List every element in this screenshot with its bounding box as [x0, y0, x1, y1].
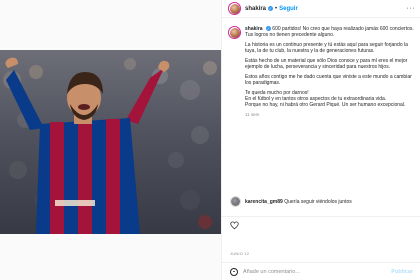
avatar-image: [229, 3, 240, 14]
celebrating-player-image: [3, 57, 217, 234]
caption-avatar[interactable]: [228, 26, 241, 39]
avatar-image: [231, 197, 240, 206]
post-photo[interactable]: [0, 50, 221, 234]
comment-input[interactable]: [243, 268, 393, 275]
post-date[interactable]: JUNIO 12: [230, 251, 249, 256]
username[interactable]: shakira: [245, 6, 266, 12]
avatar-image: [229, 27, 240, 38]
heart-icon[interactable]: [230, 221, 239, 230]
caption-paragraph: La historia es un continuo presente y tú…: [245, 42, 408, 54]
caption-paragraph: shakira ✓ 600 partidos! No creo que haya…: [245, 26, 415, 38]
caption-text: 600 partidos! No creo que haya realizado…: [245, 26, 414, 38]
comment-avatar[interactable]: [230, 196, 241, 207]
follow-button[interactable]: Seguir: [279, 6, 298, 12]
emoji-icon[interactable]: [230, 267, 238, 276]
caption-paragraph: Estás hecho de un material que sólo Dios…: [245, 58, 408, 70]
more-options-icon[interactable]: ···: [407, 5, 416, 12]
avatar[interactable]: [228, 2, 241, 15]
publish-button[interactable]: Publicar: [391, 269, 413, 275]
caption-body: shakira ✓ 600 partidos! No creo que haya…: [245, 26, 415, 118]
separator-dot: •: [275, 5, 278, 12]
verified-badge-icon: ✓: [268, 6, 274, 11]
add-comment-bar: Publicar: [222, 262, 420, 280]
post-header: shakira ✓ • Seguir ···: [222, 0, 420, 18]
caption: shakira ✓ 600 partidos! No creo que haya…: [228, 26, 418, 118]
post-panel: shakira ✓ • Seguir ··· shakira ✓ 600 par…: [221, 0, 420, 280]
actions-bar: [222, 216, 420, 234]
caption-time[interactable]: 11 sem: [245, 112, 415, 118]
comment-text: karencita_gm89 Quería seguir viéndolos j…: [245, 199, 352, 205]
verified-badge-icon: ✓: [265, 26, 271, 31]
caption-paragraph: Te queda mucho por darnos! En el fútbol …: [245, 90, 406, 108]
photo-pane: [0, 0, 221, 280]
caption-paragraph: Estos años contigo me he dado cuenta que…: [245, 74, 412, 86]
comment-username[interactable]: karencita_gm89: [245, 199, 283, 205]
comment-body: Quería seguir viéndolos juntos: [284, 198, 352, 205]
comment-row: karencita_gm89 Quería seguir viéndolos j…: [230, 196, 352, 207]
